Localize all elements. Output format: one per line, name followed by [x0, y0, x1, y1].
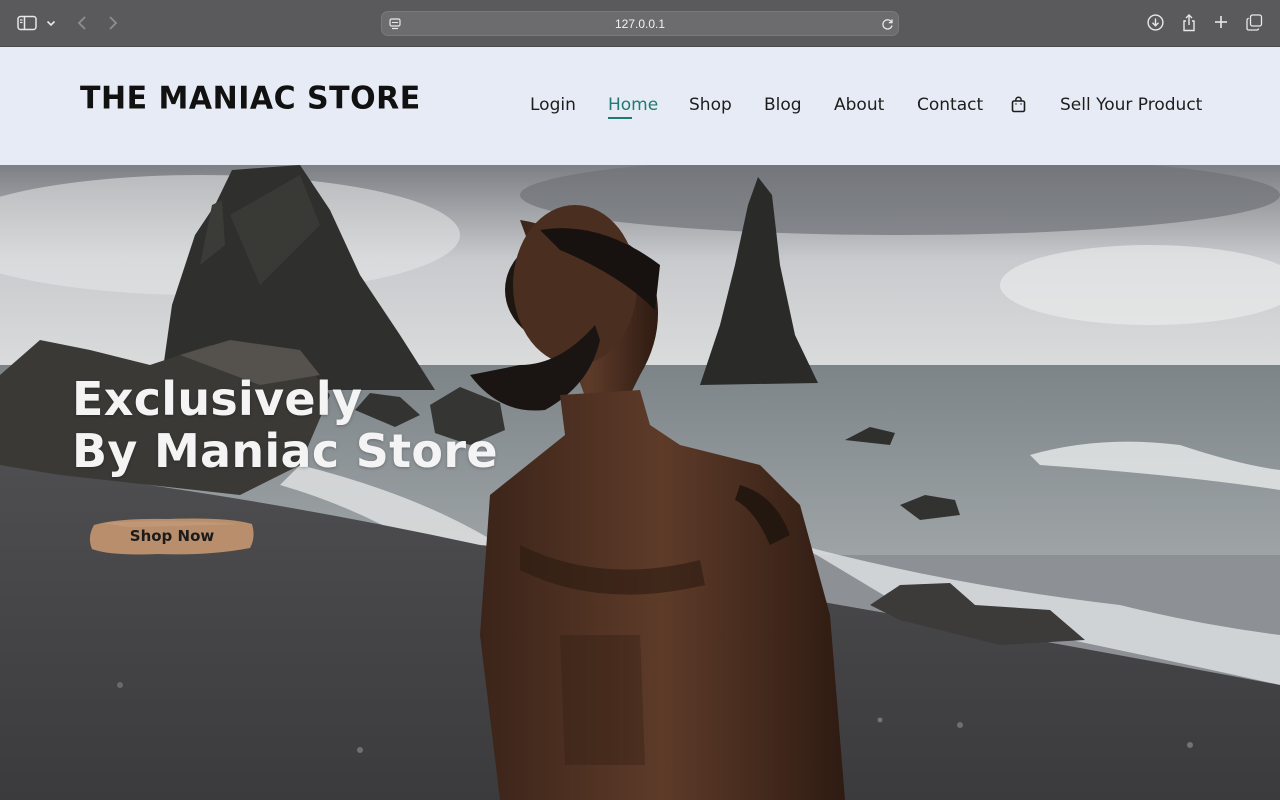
nav-shop[interactable]: Shop	[689, 93, 732, 117]
chevron-down-icon[interactable]	[45, 17, 57, 29]
hero-title-line2: By Maniac Store	[72, 424, 498, 478]
reload-icon[interactable]	[880, 17, 894, 31]
address-bar[interactable]: 127.0.0.1	[381, 11, 899, 36]
main-nav: Login Home Shop Blog About Contact Sell …	[0, 93, 1280, 117]
hero-banner: Exclusively By Maniac Store Shop Now	[0, 165, 1280, 800]
back-icon[interactable]	[74, 14, 90, 32]
shop-now-button[interactable]: Shop Now	[88, 515, 256, 557]
nav-sell-your-product[interactable]: Sell Your Product	[1060, 93, 1202, 117]
hero-title: Exclusively By Maniac Store	[72, 373, 552, 477]
url-text[interactable]: 127.0.0.1	[382, 12, 898, 37]
hero-image	[0, 165, 1280, 800]
sidebar-toggle-icon[interactable]	[17, 14, 37, 32]
nav-contact[interactable]: Contact	[917, 93, 983, 117]
nav-about[interactable]: About	[834, 93, 884, 117]
tabs-overview-icon[interactable]	[1245, 13, 1263, 31]
site-header: THE MANIAC STORE Login Home Shop Blog Ab…	[0, 47, 1280, 165]
nav-home[interactable]: Home	[608, 93, 658, 117]
shopping-bag-icon[interactable]	[1011, 96, 1026, 113]
download-icon[interactable]	[1146, 13, 1164, 31]
nav-blog[interactable]: Blog	[764, 93, 802, 117]
active-nav-indicator	[608, 117, 632, 119]
nav-login[interactable]: Login	[530, 93, 576, 117]
browser-toolbar: 127.0.0.1	[0, 0, 1280, 47]
share-icon[interactable]	[1180, 12, 1198, 32]
shop-now-label: Shop Now	[129, 527, 215, 545]
forward-icon[interactable]	[105, 14, 121, 32]
new-tab-icon[interactable]	[1212, 13, 1230, 31]
hero-title-line1: Exclusively	[72, 372, 363, 426]
